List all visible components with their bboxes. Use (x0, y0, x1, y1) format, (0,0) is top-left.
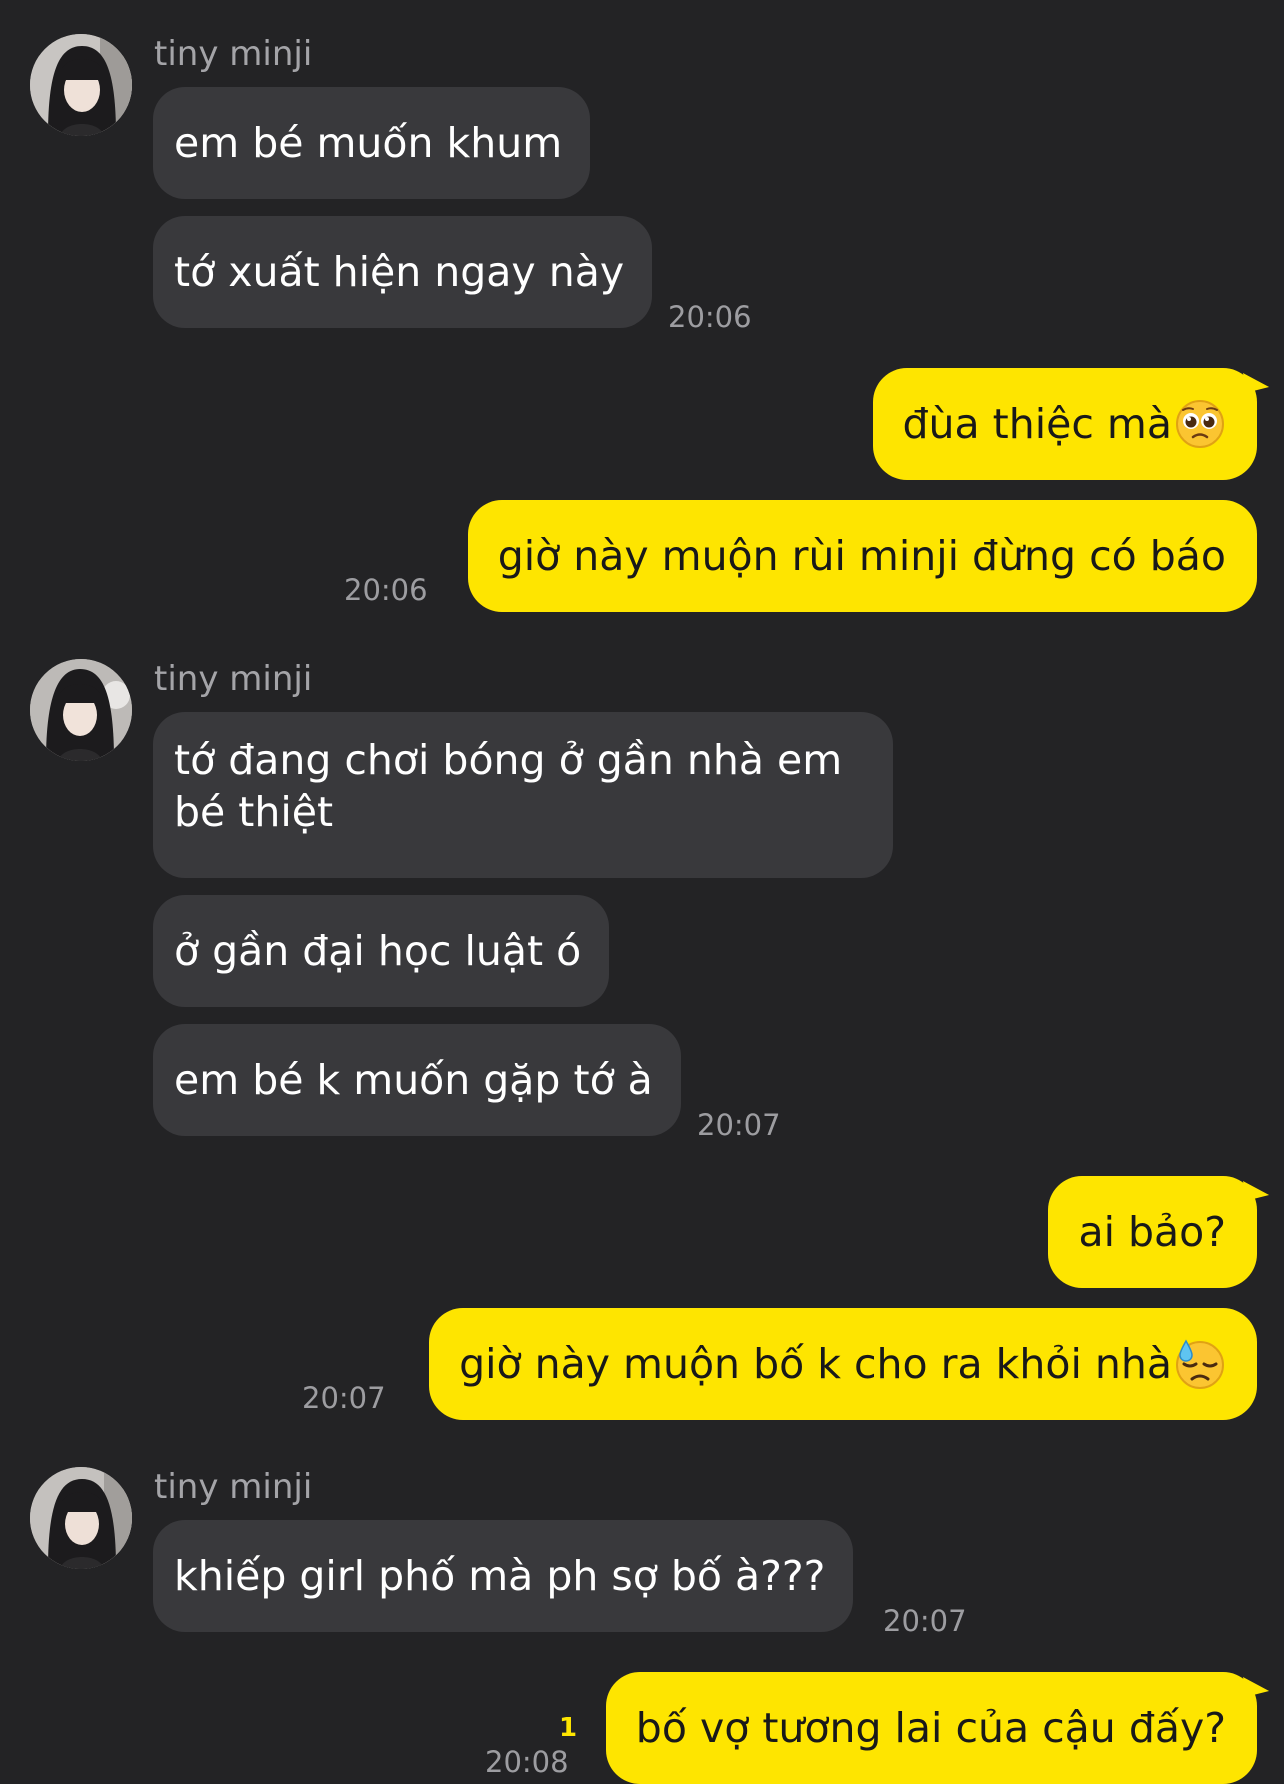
incoming-message-bubble[interactable]: em bé muốn khum (153, 87, 591, 199)
message-text: bố vợ tương lai của cậu đấy? (635, 1704, 1226, 1752)
avatar[interactable] (30, 659, 132, 761)
message-timestamp: 20:06 (668, 300, 752, 334)
outgoing-message-bubble[interactable]: giờ này muộn rùi minji đừng có báo (467, 500, 1257, 612)
incoming-message-bubble[interactable]: tớ đang chơi bóng ở gần nhà em bé thiệt (153, 712, 893, 878)
message-timestamp: 20:07 (302, 1381, 386, 1415)
incoming-message-bubble[interactable]: em bé k muốn gặp tớ à (153, 1024, 681, 1136)
avatar[interactable] (30, 34, 132, 136)
sender-name: tiny minji (154, 659, 313, 699)
message-timestamp: 20:07 (883, 1604, 967, 1638)
sender-name: tiny minji (154, 34, 313, 74)
incoming-message-bubble[interactable]: tớ xuất hiện ngay này (153, 216, 653, 328)
message-timestamp: 20:08 (485, 1745, 569, 1779)
unread-count: 1 (559, 1713, 578, 1743)
message-text: đùa thiệc mà (902, 400, 1172, 448)
message-timestamp: 20:07 (697, 1108, 781, 1142)
downcast-sweat-face-icon (1174, 1338, 1226, 1390)
outgoing-message-bubble[interactable]: đùa thiệc mà (872, 367, 1270, 480)
bubble-tail (1242, 1671, 1270, 1697)
avatar[interactable] (30, 1467, 132, 1569)
incoming-message-bubble[interactable]: khiếp girl phố mà ph sợ bố à??? (153, 1520, 854, 1632)
pleading-face-icon (1174, 398, 1226, 450)
outgoing-message-bubble[interactable]: ai bảo? (1048, 1175, 1270, 1288)
incoming-message-bubble[interactable]: ở gần đại học luật ó (153, 895, 610, 1007)
outgoing-message-bubble[interactable]: giờ này muộn bố k cho ra khỏi nhà (429, 1308, 1257, 1420)
sender-name: tiny minji (154, 1467, 313, 1507)
message-text: giờ này muộn bố k cho ra khỏi nhà (459, 1340, 1172, 1388)
bubble-tail (1242, 367, 1270, 393)
message-text: ai bảo? (1078, 1208, 1226, 1256)
bubble-tail (1242, 1175, 1270, 1201)
outgoing-message-bubble[interactable]: bố vợ tương lai của cậu đấy? (605, 1671, 1270, 1784)
message-timestamp: 20:06 (344, 573, 428, 607)
